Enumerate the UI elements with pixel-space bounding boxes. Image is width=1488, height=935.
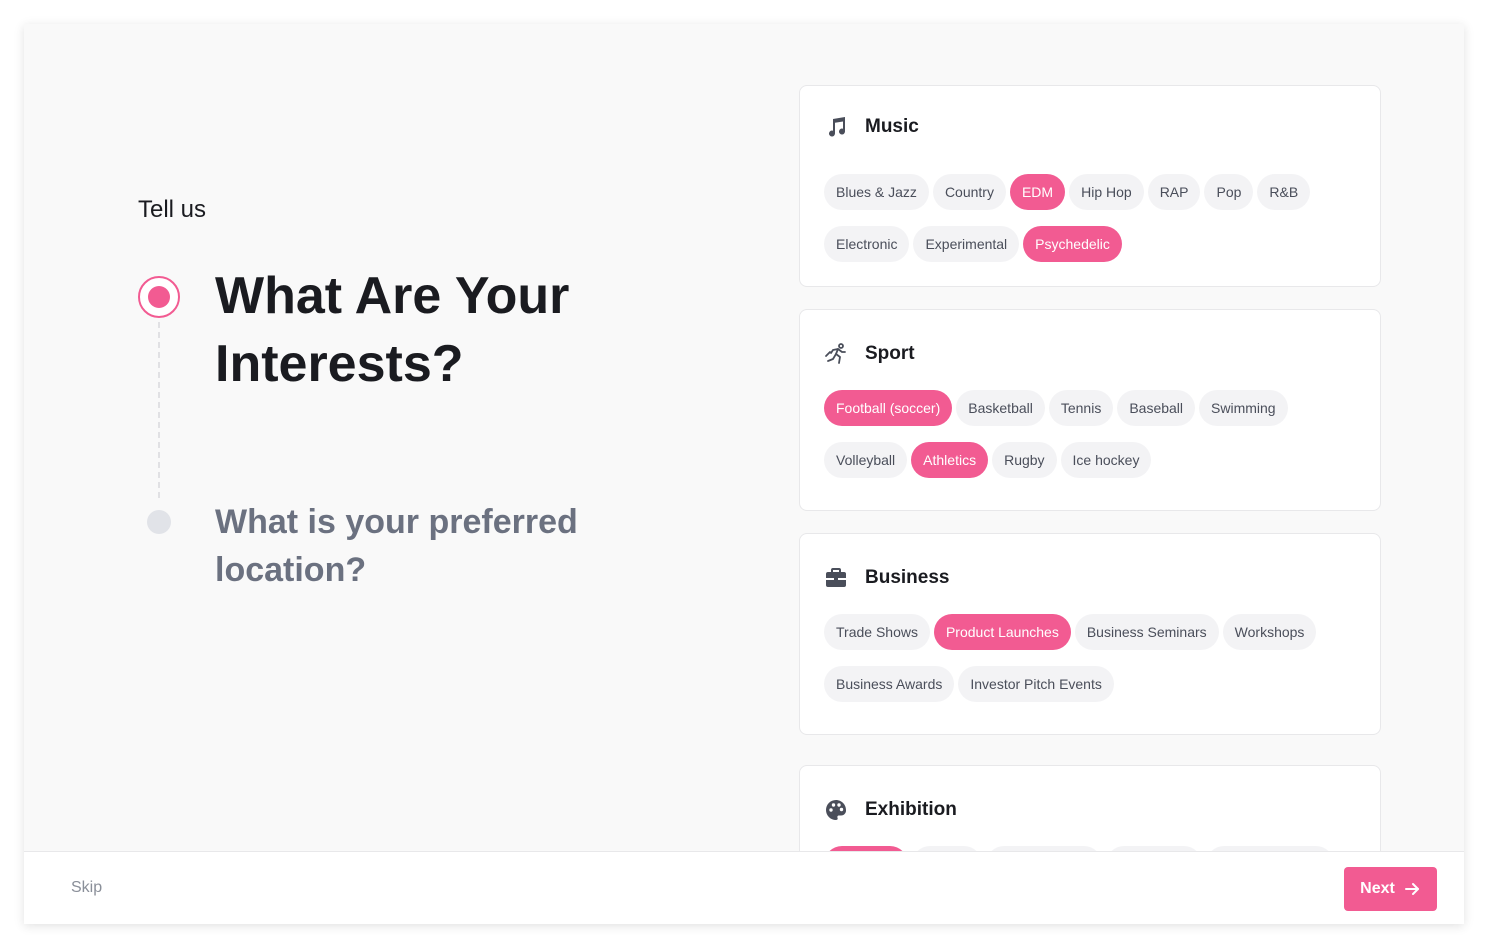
next-button[interactable]: Next [1344,867,1437,911]
tag-basketball[interactable]: Basketball [956,390,1045,426]
tag-blues-jazz[interactable]: Blues & Jazz [824,174,929,210]
arrow-right-icon [1395,880,1421,898]
category-title: Music [865,116,919,137]
tag-edm[interactable]: EDM [1009,174,1066,210]
running-person-icon [824,342,848,366]
step-indicator-active-dot [148,286,170,308]
palette-icon [824,798,848,822]
category-title: Sport [865,343,915,364]
tag-psychedelic[interactable]: Psychedelic [1023,226,1122,262]
category-title: Business [865,567,950,588]
category-header: Music [824,113,919,141]
tag-volleyball[interactable]: Volleyball [824,442,908,478]
current-step-title-line-1: What Are Your [215,267,570,325]
tag-rnb[interactable]: R&B [1257,174,1311,210]
category-header: Exhibition [824,796,957,824]
tag-rugby[interactable]: Rugby [992,442,1057,478]
category-title: Exhibition [865,799,957,820]
tag-country[interactable]: Country [932,174,1006,210]
intro-label: Tell us [138,196,207,223]
music-note-icon [824,115,848,139]
briefcase-icon [824,566,848,590]
step-connector [158,322,160,498]
tag-pop[interactable]: Pop [1204,174,1254,210]
tag-hip-hop[interactable]: Hip Hop [1069,174,1144,210]
tag-business-awards[interactable]: Business Awards [824,666,955,702]
current-step-title-line-2: Interests? [215,335,464,393]
next-step-title[interactable]: What is your preferred location? [215,498,635,594]
tag-business-seminars[interactable]: Business Seminars [1074,614,1219,650]
tag-ice-hockey[interactable]: Ice hockey [1060,442,1152,478]
tag-tennis[interactable]: Tennis [1048,390,1114,426]
current-step-title: What Are Your Interests? [215,262,635,398]
category-card-business: Business Trade Shows Product Launches Bu… [799,533,1381,735]
category-card-sport: Sport Football (soccer) Basketball Tenni… [799,309,1381,511]
tag-product-launches[interactable]: Product Launches [933,614,1071,650]
tag-baseball[interactable]: Baseball [1117,390,1196,426]
tag-athletics[interactable]: Athletics [911,442,989,478]
step-indicator-inactive [147,510,171,534]
tag-trade-shows[interactable]: Trade Shows [824,614,930,650]
next-step-title-line-1: What is your preferred [215,503,578,541]
tag-rap[interactable]: RAP [1147,174,1201,210]
tag-swimming[interactable]: Swimming [1199,390,1288,426]
tag-electronic[interactable]: Electronic [824,226,910,262]
footer-bar: Skip Next [24,851,1464,924]
tag-list: Blues & Jazz Country EDM Hip Hop RAP Pop… [824,174,1364,262]
next-step-title-line-2: location? [215,551,367,589]
tag-workshops[interactable]: Workshops [1222,614,1317,650]
tag-list: Football (soccer) Basketball Tennis Base… [824,390,1364,478]
tag-football-soccer[interactable]: Football (soccer) [824,390,953,426]
category-header: Sport [824,340,915,368]
skip-button[interactable]: Skip [71,879,102,897]
step-indicator-active [138,276,180,318]
tag-experimental[interactable]: Experimental [913,226,1020,262]
tag-investor-pitch-events[interactable]: Investor Pitch Events [958,666,1114,702]
onboarding-window: Tell us What Are Your Interests? What is… [24,24,1464,924]
category-card-music: Music Blues & Jazz Country EDM Hip Hop R… [799,85,1381,287]
category-header: Business [824,564,949,592]
next-button-label: Next [1360,880,1395,897]
tag-list: Trade Shows Product Launches Business Se… [824,614,1364,702]
